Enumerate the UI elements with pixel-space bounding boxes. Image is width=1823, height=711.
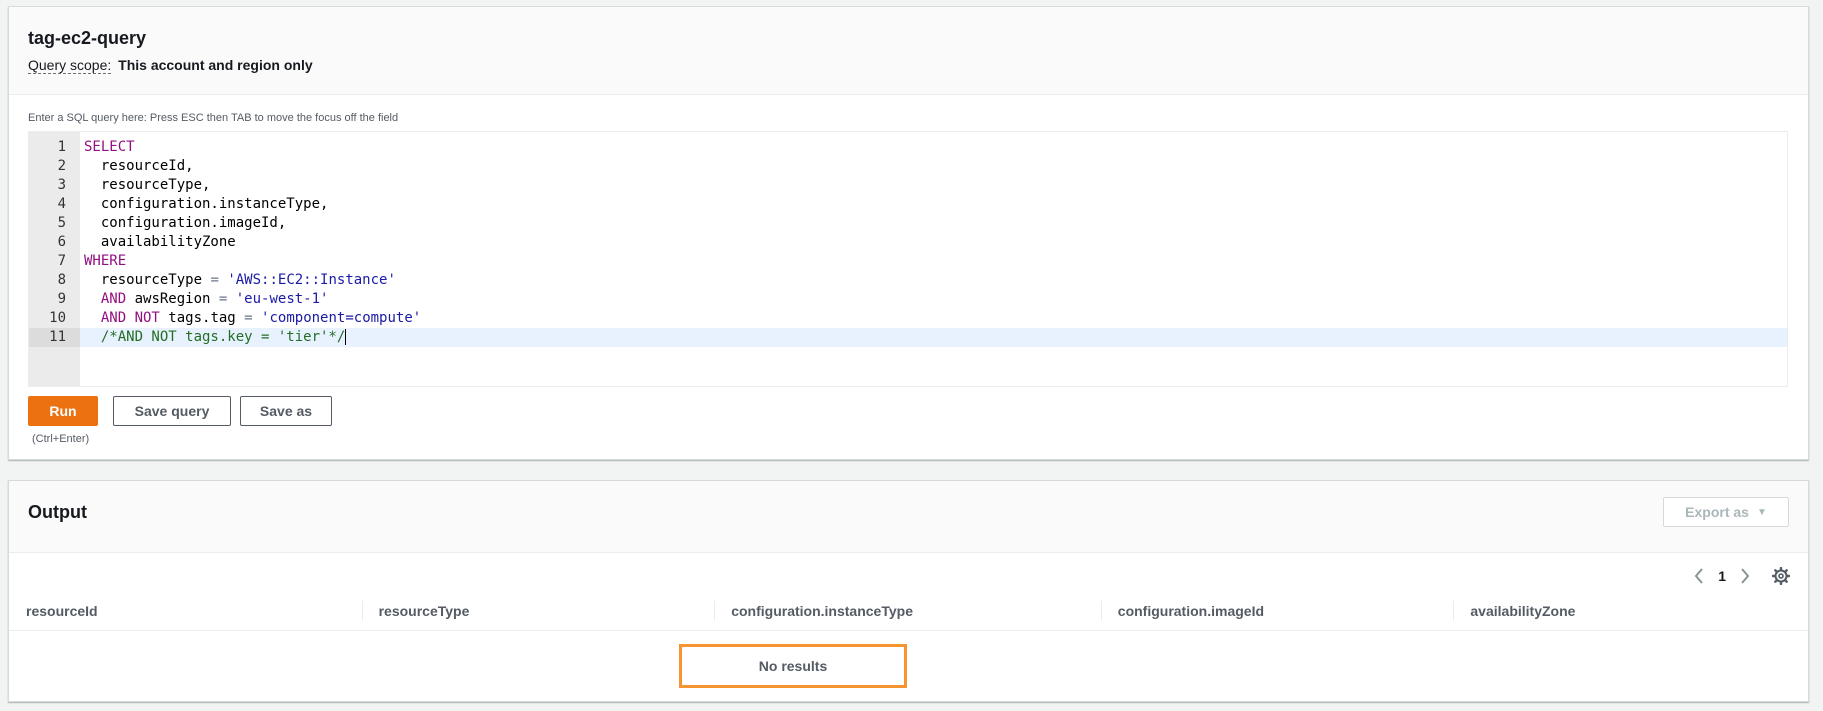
code-token: =: [210, 272, 219, 288]
code-text: AND NOT tags.tag = 'component=compute': [84, 309, 421, 328]
no-results-message: No results: [679, 644, 907, 688]
query-scope-value: This account and region only: [118, 57, 313, 73]
code-line[interactable]: 5 configuration.imageId,: [29, 214, 1787, 233]
query-scope: Query scope: This account and region onl…: [28, 56, 1808, 74]
code-text: resourceType = 'AWS::EC2::Instance': [84, 271, 396, 290]
code-text: resourceType,: [84, 176, 211, 195]
code-token: /*AND NOT tags.key = 'tier'*/: [84, 329, 346, 345]
code-token: 'component=compute': [261, 310, 422, 326]
code-text: AND awsRegion = 'eu-west-1': [84, 290, 329, 309]
column-header-imageid[interactable]: configuration.imageId: [1100, 591, 1454, 630]
chevron-left-icon[interactable]: [1691, 566, 1707, 586]
line-number: 2: [29, 157, 80, 176]
code-token: =: [244, 310, 253, 326]
code-token: AND: [100, 291, 127, 307]
code-line[interactable]: 3 resourceType,: [29, 176, 1787, 195]
query-title: tag-ec2-query: [28, 28, 147, 48]
code-token: resourceType: [84, 272, 211, 288]
code-token: resourceId,: [84, 158, 194, 174]
query-editor-panel: tag-ec2-query Query scope: This account …: [8, 6, 1809, 460]
code-line[interactable]: 8 resourceType = 'AWS::EC2::Instance': [29, 271, 1787, 290]
code-token: WHERE: [84, 253, 127, 269]
code-token: availabilityZone: [84, 234, 236, 250]
output-header: Output Export as ▼: [9, 481, 1808, 553]
line-number: 8: [29, 271, 80, 290]
pagination: 1: [1691, 561, 1808, 591]
export-as-button[interactable]: Export as ▼: [1663, 497, 1789, 527]
caret-down-icon: ▼: [1756, 506, 1767, 518]
text-cursor: [345, 329, 347, 345]
code-line[interactable]: 6 availabilityZone: [29, 233, 1787, 252]
line-number: 10: [29, 309, 80, 328]
code-token: SELECT: [84, 139, 135, 155]
line-number: 6: [29, 233, 80, 252]
gear-icon[interactable]: [1771, 566, 1791, 586]
column-header-availabilityzone[interactable]: availabilityZone: [1453, 591, 1808, 630]
run-button[interactable]: Run: [28, 396, 98, 426]
code-line[interactable]: 9 AND awsRegion = 'eu-west-1': [29, 290, 1787, 309]
save-query-button[interactable]: Save query: [113, 396, 231, 426]
column-header-resourcetype[interactable]: resourceType: [361, 591, 715, 630]
code-line[interactable]: 4 configuration.instanceType,: [29, 195, 1787, 214]
code-text: availabilityZone: [84, 233, 236, 252]
editor-hint: Enter a SQL query here: Press ESC then T…: [28, 112, 399, 124]
code-line[interactable]: 11 /*AND NOT tags.key = 'tier'*/: [29, 328, 1787, 347]
line-number: 1: [29, 138, 80, 157]
line-number: 11: [29, 328, 80, 347]
code-line[interactable]: 7 WHERE: [29, 252, 1787, 271]
line-number: 4: [29, 195, 80, 214]
run-shortcut-hint: (Ctrl+Enter): [32, 433, 90, 445]
code-text: WHERE: [84, 252, 126, 271]
current-page-number[interactable]: 1: [1718, 568, 1726, 584]
code-text: /*AND NOT tags.key = 'tier'*/: [84, 328, 347, 347]
line-number: 9: [29, 290, 80, 309]
results-table-header: resourceId resourceType configuration.in…: [9, 591, 1808, 631]
column-header-instancetype[interactable]: configuration.instanceType: [714, 591, 1101, 630]
output-panel: Output Export as ▼ 1 resourceId resource…: [8, 480, 1809, 702]
code-token: tags.tag: [159, 310, 245, 326]
code-text: configuration.instanceType,: [84, 195, 329, 214]
sql-editor[interactable]: 1 SELECT 2 resourceId, 3 resourceType, 4 con…: [28, 131, 1788, 387]
column-header-resourceid[interactable]: resourceId: [9, 591, 362, 630]
code-token: configuration.imageId,: [84, 215, 287, 231]
save-as-button[interactable]: Save as: [240, 396, 332, 426]
code-area[interactable]: 1 SELECT 2 resourceId, 3 resourceType, 4 con…: [29, 138, 1787, 347]
line-number: 3: [29, 176, 80, 195]
code-line[interactable]: 2 resourceId,: [29, 157, 1787, 176]
code-token: AND NOT: [100, 310, 160, 326]
output-title: Output: [28, 502, 87, 522]
query-scope-label[interactable]: Query scope:: [28, 57, 112, 74]
code-token: 'eu-west-1': [235, 291, 329, 307]
code-text: SELECT: [84, 138, 135, 157]
code-token: 'AWS::EC2::Instance': [227, 272, 396, 288]
export-as-label: Export as: [1685, 504, 1749, 520]
query-header: tag-ec2-query Query scope: This account …: [9, 7, 1808, 95]
code-text: resourceId,: [84, 157, 194, 176]
code-text: configuration.imageId,: [84, 214, 286, 233]
code-token: awsRegion: [126, 291, 219, 307]
line-number: 5: [29, 214, 80, 233]
code-token: configuration.instanceType,: [84, 196, 329, 212]
code-token: resourceType,: [84, 177, 211, 193]
code-line[interactable]: 10 AND NOT tags.tag = 'component=compute…: [29, 309, 1787, 328]
chevron-right-icon[interactable]: [1737, 566, 1753, 586]
line-number: 7: [29, 252, 80, 271]
code-line[interactable]: 1 SELECT: [29, 138, 1787, 157]
